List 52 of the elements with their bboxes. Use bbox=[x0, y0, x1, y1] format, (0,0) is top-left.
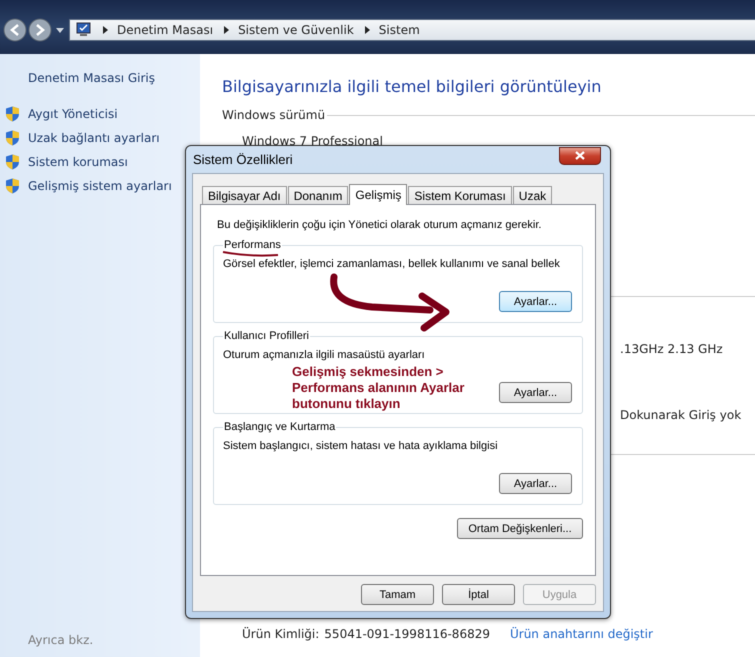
back-icon[interactable] bbox=[3, 18, 27, 42]
close-icon bbox=[575, 151, 585, 160]
shield-icon bbox=[5, 154, 20, 170]
group-title: Başlangıç ve Kurtarma bbox=[223, 421, 336, 433]
sidebar-link[interactable]: Gelişmiş sistem ayarları bbox=[28, 178, 172, 192]
underline-mark bbox=[222, 251, 278, 257]
change-key-link[interactable]: Ürün anahtarını değiştir bbox=[510, 627, 653, 641]
sidebar-link[interactable]: Uzak bağlantı ayarları bbox=[28, 130, 160, 144]
breadcrumb-item[interactable]: Denetim Masası bbox=[117, 23, 214, 37]
tab[interactable]: Bilgisayar Adı bbox=[202, 186, 287, 204]
chevron-icon bbox=[224, 26, 230, 34]
group-description: Sistem başlangıcı, sistem hatası ve hata ayıklama bilgisi bbox=[223, 440, 499, 452]
dialog-button[interactable]: Tamam bbox=[361, 584, 434, 605]
edition-text: Windows 7 Professional bbox=[242, 134, 384, 148]
shield-icon bbox=[5, 130, 20, 146]
settings-button[interactable]: Ayarlar... bbox=[499, 382, 572, 403]
settings-button[interactable]: Ayarlar... bbox=[499, 473, 572, 494]
admin-note: Bu değişikliklerin çoğu için Yönetici olarak oturum açmanız gerekir. bbox=[217, 219, 542, 231]
environment-variables-button[interactable]: Ortam Değişkenleri... bbox=[457, 518, 583, 539]
group-description: Oturum açmanızla ilgili masaüstü ayarları bbox=[223, 349, 426, 361]
tab[interactable]: Sistem Koruması bbox=[408, 186, 512, 204]
section-heading: Windows sürümü bbox=[222, 108, 326, 122]
page-title: Bilgisayarınızla ilgili temel bilgileri görüntüleyin bbox=[222, 77, 602, 96]
shield-icon bbox=[5, 106, 20, 122]
settings-button[interactable]: Ayarlar... bbox=[499, 291, 572, 312]
annotation-text: Gelişmiş sekmesinden > Performans alanının Ayarlar butonunu tıklayın bbox=[292, 364, 464, 412]
breadcrumb-item[interactable]: Sistem bbox=[378, 23, 420, 37]
sidebar-link[interactable]: Sistem koruması bbox=[28, 154, 128, 168]
processor-text: .13GHz 2.13 GHz bbox=[620, 342, 724, 356]
tab[interactable]: Gelişmiş bbox=[349, 184, 408, 205]
group-title: Kullanıcı Profilleri bbox=[223, 330, 310, 342]
shield-icon bbox=[5, 178, 20, 194]
close-button[interactable] bbox=[559, 146, 601, 164]
touch-text: Dokunarak Giriş yok bbox=[620, 408, 742, 422]
computer-icon bbox=[76, 22, 92, 38]
chevron-icon bbox=[103, 26, 108, 34]
tab[interactable]: Donanım bbox=[288, 186, 348, 204]
tab[interactable]: Uzak bbox=[512, 186, 552, 204]
dropdown-icon[interactable] bbox=[56, 28, 64, 32]
breadcrumb-item[interactable]: Sistem ve Güvenlik bbox=[238, 23, 354, 37]
product-id-label: Ürün Kimliği: bbox=[242, 627, 320, 641]
group-title: Performans bbox=[223, 239, 282, 251]
group-description: Görsel efektler, işlemci zamanlaması, bellek kullanımı ve sanal bellek bbox=[223, 258, 561, 270]
see-also-heading: Ayrıca bkz. bbox=[28, 633, 94, 647]
sidebar-link[interactable]: Aygıt Yöneticisi bbox=[28, 106, 118, 120]
address-bar[interactable]: Denetim Masası Sistem ve Güvenlik Sistem bbox=[69, 19, 755, 41]
forward-icon[interactable] bbox=[28, 18, 52, 42]
sidebar-home-link[interactable]: Denetim Masası Giriş bbox=[28, 71, 200, 85]
chevron-icon bbox=[364, 26, 370, 34]
dialog-button[interactable]: İptal bbox=[442, 584, 515, 605]
dialog-title: Sistem Özellikleri bbox=[193, 152, 293, 167]
product-id: 55041-091-1998116-86829 bbox=[324, 627, 490, 641]
